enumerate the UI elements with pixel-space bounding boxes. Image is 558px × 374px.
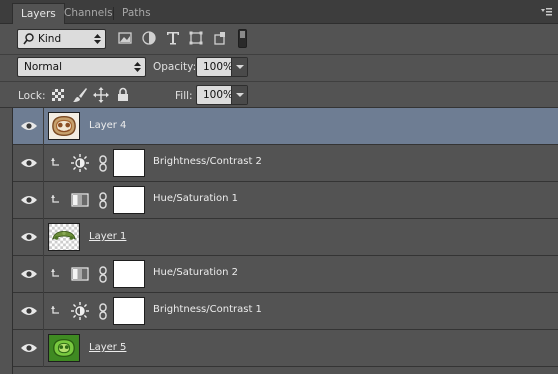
hue-saturation-icon xyxy=(71,267,89,281)
eye-icon[interactable] xyxy=(20,231,38,243)
layer-name[interactable]: Hue/Saturation 2 xyxy=(153,267,238,278)
adjustment-filter-icon[interactable] xyxy=(141,30,157,46)
pixel-filter-icon[interactable] xyxy=(117,30,133,46)
visibility-column[interactable] xyxy=(13,293,44,330)
panel-tab-bar: Layers Channels Paths xyxy=(0,0,558,24)
fill-dropdown-button[interactable] xyxy=(231,86,247,104)
clipping-arrow-icon xyxy=(51,269,59,277)
eye-icon[interactable] xyxy=(20,305,38,317)
visibility-column[interactable] xyxy=(13,256,44,293)
smart-object-filter-icon[interactable] xyxy=(212,30,228,46)
divider xyxy=(0,54,558,55)
layer-thumbnail xyxy=(48,334,80,362)
search-icon xyxy=(23,33,34,45)
fill-value[interactable]: 100% xyxy=(203,89,233,101)
brightness-contrast-icon xyxy=(71,302,89,320)
brightness-contrast-icon xyxy=(71,154,89,172)
layer-name[interactable]: Layer 1 xyxy=(89,231,126,242)
layer-row-hue-saturation-2[interactable]: Hue/Saturation 2 xyxy=(13,256,558,293)
clipping-arrow-icon xyxy=(51,306,59,314)
mask-link-icon[interactable] xyxy=(98,266,108,283)
layer-row-brightness-contrast-2[interactable]: Brightness/Contrast 2 xyxy=(13,145,558,182)
visibility-column[interactable] xyxy=(13,330,44,367)
blend-mode-select[interactable]: Normal xyxy=(17,57,146,77)
layer-name[interactable]: Brightness/Contrast 1 xyxy=(153,304,262,315)
lock-image-icon[interactable] xyxy=(72,87,88,103)
shape-filter-icon[interactable] xyxy=(188,30,204,46)
lock-label: Lock: xyxy=(18,90,46,102)
select-arrows-icon xyxy=(94,34,101,44)
visibility-column[interactable] xyxy=(13,145,44,182)
layer-mask-thumbnail[interactable] xyxy=(113,149,145,177)
lock-all-icon[interactable] xyxy=(117,87,129,102)
layer-row-layer-5[interactable]: Layer 5 xyxy=(13,330,558,367)
layer-name[interactable]: Layer 4 xyxy=(89,120,126,131)
layer-row-brightness-contrast-1[interactable]: Brightness/Contrast 1 xyxy=(13,293,558,330)
layer-row-hue-saturation-1[interactable]: Hue/Saturation 1 xyxy=(13,182,558,219)
eye-icon[interactable] xyxy=(20,157,38,169)
filter-kind-select[interactable]: Kind xyxy=(17,29,106,49)
mask-link-icon[interactable] xyxy=(98,303,108,320)
lock-position-icon[interactable] xyxy=(93,87,109,103)
mask-link-icon[interactable] xyxy=(98,192,108,209)
visibility-column[interactable] xyxy=(13,108,44,145)
layer-row-layer-4[interactable]: Layer 4 xyxy=(13,108,558,145)
opacity-dropdown-button[interactable] xyxy=(231,58,247,76)
layer-thumbnail xyxy=(48,223,80,251)
clipping-arrow-icon xyxy=(51,158,59,166)
blend-mode-value: Normal xyxy=(24,61,62,73)
visibility-column[interactable] xyxy=(13,219,44,256)
select-arrows-icon xyxy=(134,62,141,72)
eye-icon[interactable] xyxy=(20,120,38,132)
layer-name[interactable]: Hue/Saturation 1 xyxy=(153,193,238,204)
eye-icon[interactable] xyxy=(20,268,38,280)
tab-channels[interactable]: Channels xyxy=(56,3,121,24)
layer-mask-thumbnail[interactable] xyxy=(113,186,145,214)
divider xyxy=(0,81,558,82)
opacity-field[interactable]: 100% xyxy=(196,57,248,77)
layer-name[interactable]: Layer 5 xyxy=(89,342,126,353)
hue-saturation-icon xyxy=(71,193,89,207)
tab-paths[interactable]: Paths xyxy=(114,3,159,24)
clipping-arrow-icon xyxy=(51,195,59,203)
layer-name[interactable]: Brightness/Contrast 2 xyxy=(153,156,262,167)
layer-mask-thumbnail[interactable] xyxy=(113,260,145,288)
mask-link-icon[interactable] xyxy=(98,155,108,172)
fill-label: Fill: xyxy=(175,90,193,102)
opacity-value[interactable]: 100% xyxy=(203,61,233,73)
layer-thumbnail xyxy=(48,112,80,140)
type-filter-icon[interactable] xyxy=(165,30,181,46)
eye-icon[interactable] xyxy=(20,194,38,206)
filter-toggle-icon[interactable] xyxy=(238,29,247,48)
eye-icon[interactable] xyxy=(20,342,38,354)
layers-list: Layer 4 Brightness/Contrast 2 Hue/Satura… xyxy=(12,108,558,374)
layer-mask-thumbnail[interactable] xyxy=(113,297,145,325)
lock-transparent-icon[interactable] xyxy=(52,89,64,101)
panel-menu-icon[interactable] xyxy=(540,6,552,18)
visibility-column[interactable] xyxy=(13,182,44,219)
layer-row-layer-1[interactable]: Layer 1 xyxy=(13,219,558,256)
fill-field[interactable]: 100% xyxy=(196,85,248,105)
opacity-label: Opacity: xyxy=(153,61,197,73)
filter-kind-label: Kind xyxy=(38,33,62,45)
